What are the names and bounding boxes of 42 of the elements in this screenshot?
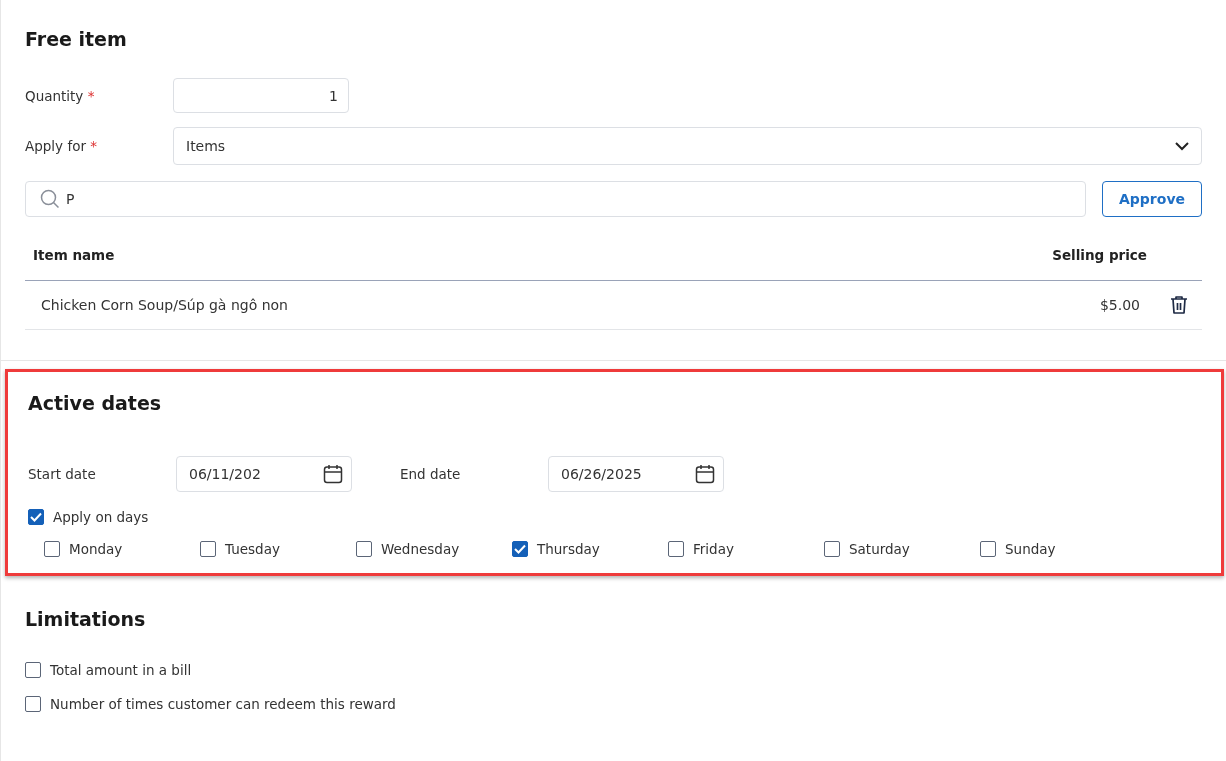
- checkbox[interactable]: [44, 541, 60, 557]
- calendar-icon: [323, 464, 343, 484]
- checkbox[interactable]: [200, 541, 216, 557]
- end-date-field[interactable]: 06/26/2025: [548, 456, 724, 492]
- checkbox[interactable]: [824, 541, 840, 557]
- section-title: Limitations: [25, 607, 147, 632]
- table-cell-text: Chicken Corn Soup/Súp gà ngô non: [40, 297, 289, 313]
- checkbox-label: Monday: [69, 541, 123, 557]
- calendar-icon: [695, 464, 715, 484]
- quantity-input[interactable]: 1: [173, 78, 349, 113]
- checkbox-label: Tuesday: [225, 541, 280, 557]
- table-cell: $5.00: [1099, 297, 1140, 313]
- checkbox-label: Saturday: [849, 541, 910, 557]
- field-label: Quantity *: [25, 87, 96, 104]
- checkbox-label: Wednesday: [381, 541, 460, 557]
- search-icon: [40, 189, 60, 209]
- trash-icon[interactable]: [1170, 295, 1188, 315]
- field-label: Start date: [28, 466, 97, 482]
- section-title: Active dates: [28, 391, 163, 416]
- checkbox[interactable]: [25, 696, 41, 712]
- checkbox-label: Number of times customer can redeem this reward: [50, 696, 396, 712]
- checkbox-label: Sunday: [1005, 541, 1056, 557]
- apply-for-dropdown[interactable]: Items: [173, 127, 1202, 165]
- checkbox[interactable]: [28, 509, 44, 525]
- search-field[interactable]: P: [25, 181, 1086, 217]
- checkbox[interactable]: [25, 662, 41, 678]
- section-title: Free item: [25, 27, 128, 52]
- start-date-field[interactable]: 06/11/202: [176, 456, 352, 492]
- column-header: Selling price: [1052, 246, 1148, 263]
- approve-button[interactable]: Approve: [1102, 181, 1202, 217]
- chevron-down-icon: [1175, 141, 1189, 151]
- checkbox-label: Total amount in a bill: [50, 662, 192, 678]
- checkbox-label: Friday: [693, 541, 734, 557]
- field-label: Apply for *: [25, 138, 98, 154]
- checkbox-label: Apply on days: [53, 509, 149, 525]
- checkbox[interactable]: [980, 541, 996, 557]
- checkbox[interactable]: [668, 541, 684, 557]
- field-label: End date: [400, 466, 462, 482]
- checkbox[interactable]: [512, 541, 528, 557]
- checkbox[interactable]: [356, 541, 372, 557]
- checkbox-label: Thursday: [537, 541, 600, 557]
- column-header: Item name: [32, 246, 116, 263]
